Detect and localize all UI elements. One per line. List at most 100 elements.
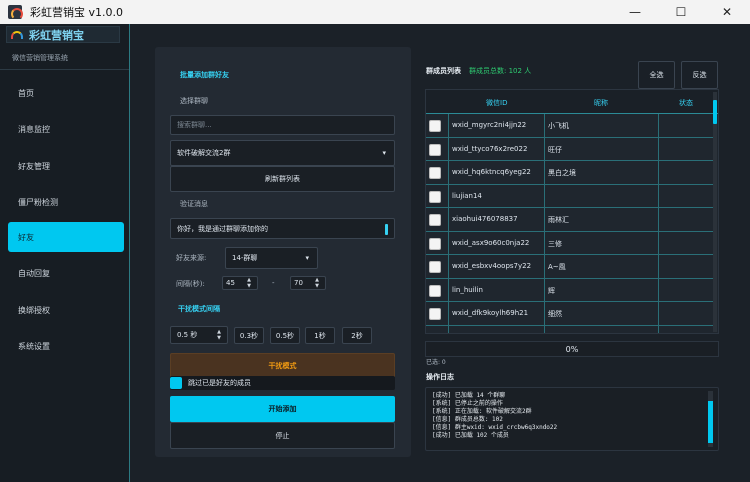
sidebar-item-friends[interactable]: 好友 [8, 222, 124, 252]
group-select[interactable]: 软件破解交流2群 ▾ [170, 140, 395, 166]
interval-separator: - [272, 279, 275, 287]
section-title: 批量添加群好友 [180, 71, 229, 79]
preset-0-3s-button[interactable]: 0.3秒 [234, 327, 264, 344]
invert-selection-button[interactable]: 反选 [681, 61, 718, 89]
row-wxid: wxid_esbxv4oops7y22 [452, 262, 532, 270]
log-line: [成功] 已加载 14 个群聊 [432, 392, 506, 399]
friend-source-value: 14-群聊 [232, 254, 258, 262]
mode-interval-spinbox[interactable]: 0.5 秒 ▲ ▼ [170, 326, 228, 344]
verify-message-input[interactable]: 你好，我是通过群聊添加你的 [170, 218, 395, 239]
sidebar-item-message-monitor[interactable]: 消息监控 [8, 114, 124, 144]
sidebar-item-auto-reply[interactable]: 自动回复 [8, 258, 124, 288]
table-row[interactable]: wxid_hq6ktncq6yeg22 黑白之境 [426, 161, 713, 185]
row-checkbox[interactable] [429, 167, 441, 179]
maximize-icon[interactable]: ☐ [658, 0, 704, 24]
row-wxid: liujian14 [452, 191, 482, 200]
skip-added-row[interactable]: 跳过已是好友的成员 [170, 376, 395, 390]
table-row[interactable]: xiaohui476078837 雨林汇 [426, 208, 713, 232]
row-nickname: 三修 [548, 239, 562, 248]
interval-min-spinbox[interactable]: 45 ▲ ▼ [222, 276, 258, 290]
log-title: 操作日志 [426, 373, 454, 381]
log-line: [系统] 正在加载: 软件破解交流2群 [432, 408, 532, 415]
row-nickname: 辉 [548, 286, 555, 295]
friend-source-label: 好友来源: [176, 254, 207, 262]
table-row[interactable]: wxid_asx9o60c0nja22 三修 [426, 232, 713, 255]
row-nickname: 黑白之境 [548, 169, 576, 177]
column-header-wxid[interactable]: 微信ID [486, 98, 507, 108]
group-select-value: 软件破解交流2群 [177, 149, 231, 157]
interference-mode-button[interactable]: 干扰模式 [170, 353, 395, 377]
operation-log[interactable]: [成功] 已加载 14 个群聊 [系统] 已停止之前的操作 [系统] 正在加载: 软… [425, 387, 719, 451]
row-checkbox[interactable] [429, 284, 441, 297]
row-checkbox[interactable] [429, 261, 441, 273]
row-wxid: wxid_dfk9koylh69h21 [452, 309, 529, 317]
preset-2s-button[interactable]: 2秒 [342, 327, 372, 344]
row-wxid: wxid_asx9o60c0nja22 [452, 238, 530, 247]
friend-source-select[interactable]: 14-群聊 ▾ [225, 247, 318, 269]
sidebar: 彩虹营销宝 微信营销管理系统 首页 消息监控 好友管理 僵尸粉检测 好友 自动回… [0, 24, 130, 482]
sidebar-item-home[interactable]: 首页 [8, 78, 124, 108]
interval-max-spinbox[interactable]: 70 ▲ ▼ [290, 276, 326, 290]
refresh-groups-button[interactable]: 刷新群列表 [170, 166, 395, 192]
column-header-status[interactable]: 状态 [679, 98, 693, 108]
minimize-icon[interactable]: — [612, 0, 658, 24]
select-group-label: 选择群聊 [180, 97, 208, 105]
row-checkbox[interactable] [429, 190, 441, 203]
row-checkbox[interactable] [429, 143, 441, 156]
sidebar-item-zombie-check[interactable]: 僵尸粉检测 [8, 187, 124, 217]
chevron-down-icon: ▾ [382, 149, 386, 157]
close-icon[interactable]: ✕ [704, 0, 750, 24]
preset-0-5s-button[interactable]: 0.5秒 [270, 327, 300, 344]
window-title: 彩虹营销宝 v1.0.0 [30, 6, 123, 19]
spin-arrows-icon[interactable]: ▲ ▼ [315, 277, 319, 289]
member-table: 微信ID 昵称 状态 wxid_mgyrc2ni4jjn22 小飞机 wxid_tt… [425, 89, 719, 334]
row-nickname: A~風 [548, 263, 566, 271]
table-scrollbar[interactable] [713, 92, 717, 332]
scrollbar-thumb[interactable] [713, 100, 717, 124]
row-checkbox[interactable] [429, 308, 441, 320]
start-add-button[interactable]: 开始添加 [170, 396, 395, 422]
row-nickname: 小飞机 [548, 122, 569, 130]
skip-added-checkbox[interactable] [170, 377, 182, 389]
table-row[interactable]: wxid_esbxv4oops7y22 A~風 [426, 255, 713, 279]
column-header-nickname[interactable]: 昵称 [594, 98, 608, 108]
row-checkbox[interactable] [429, 237, 441, 250]
mode-interval-title: 干扰模式间隔 [178, 305, 220, 313]
verify-message-value: 你好，我是通过群聊添加你的 [177, 224, 268, 233]
select-all-button[interactable]: 全选 [638, 61, 675, 89]
table-row[interactable]: wxid_mgyrc2ni4jjn22 小飞机 [426, 114, 713, 138]
sidebar-item-friend-management[interactable]: 好友管理 [8, 151, 124, 181]
row-wxid: wxid_ttyco76x2re022 [452, 144, 528, 153]
divider [0, 69, 129, 70]
title-bar: 彩虹营销宝 v1.0.0 — ☐ ✕ [0, 0, 750, 24]
brand-subtitle: 微信营销管理系统 [12, 54, 68, 62]
sidebar-item-rebind-auth[interactable]: 换绑授权 [8, 295, 124, 325]
table-row[interactable]: wxid_dfk9koylh69h21 细然 [426, 302, 713, 326]
row-checkbox[interactable] [429, 120, 441, 132]
log-line: [成功] 已加载 102 个成员 [432, 432, 509, 439]
interval-min-value: 45 [226, 279, 235, 287]
mode-interval-value: 0.5 秒 [177, 331, 198, 339]
table-row[interactable]: liujian14 [426, 185, 713, 208]
progress-bar: 0% [425, 341, 719, 357]
table-row[interactable]: lin_huilin 辉 [426, 279, 713, 302]
member-list-title: 群成员列表 [426, 67, 461, 75]
group-search-input[interactable]: 搜索群聊... [170, 115, 395, 135]
log-scrollbar[interactable] [708, 391, 713, 447]
row-checkbox[interactable] [429, 214, 441, 226]
progress-label: 0% [565, 344, 579, 354]
verify-message-label: 验证消息 [180, 200, 208, 208]
window-controls: — ☐ ✕ [612, 0, 750, 24]
spin-arrows-icon[interactable]: ▲ ▼ [247, 277, 251, 289]
scrollbar-thumb[interactable] [708, 401, 713, 443]
brand: 彩虹营销宝 [6, 26, 120, 43]
stop-button[interactable]: 停止 [170, 422, 395, 449]
member-total: 群成员总数: 102 人 [469, 67, 532, 75]
log-line: [信息] 群成员总数: 102 [432, 416, 503, 423]
preset-1s-button[interactable]: 1秒 [305, 327, 335, 344]
spin-arrows-icon[interactable]: ▲ ▼ [217, 329, 221, 341]
table-row[interactable]: wxid_ttyco76x2re022 旺仔 [426, 138, 713, 161]
row-wxid: wxid_hq6ktncq6yeg22 [452, 168, 531, 176]
sidebar-item-settings[interactable]: 系统设置 [8, 331, 124, 361]
chevron-down-icon: ▾ [305, 254, 309, 262]
